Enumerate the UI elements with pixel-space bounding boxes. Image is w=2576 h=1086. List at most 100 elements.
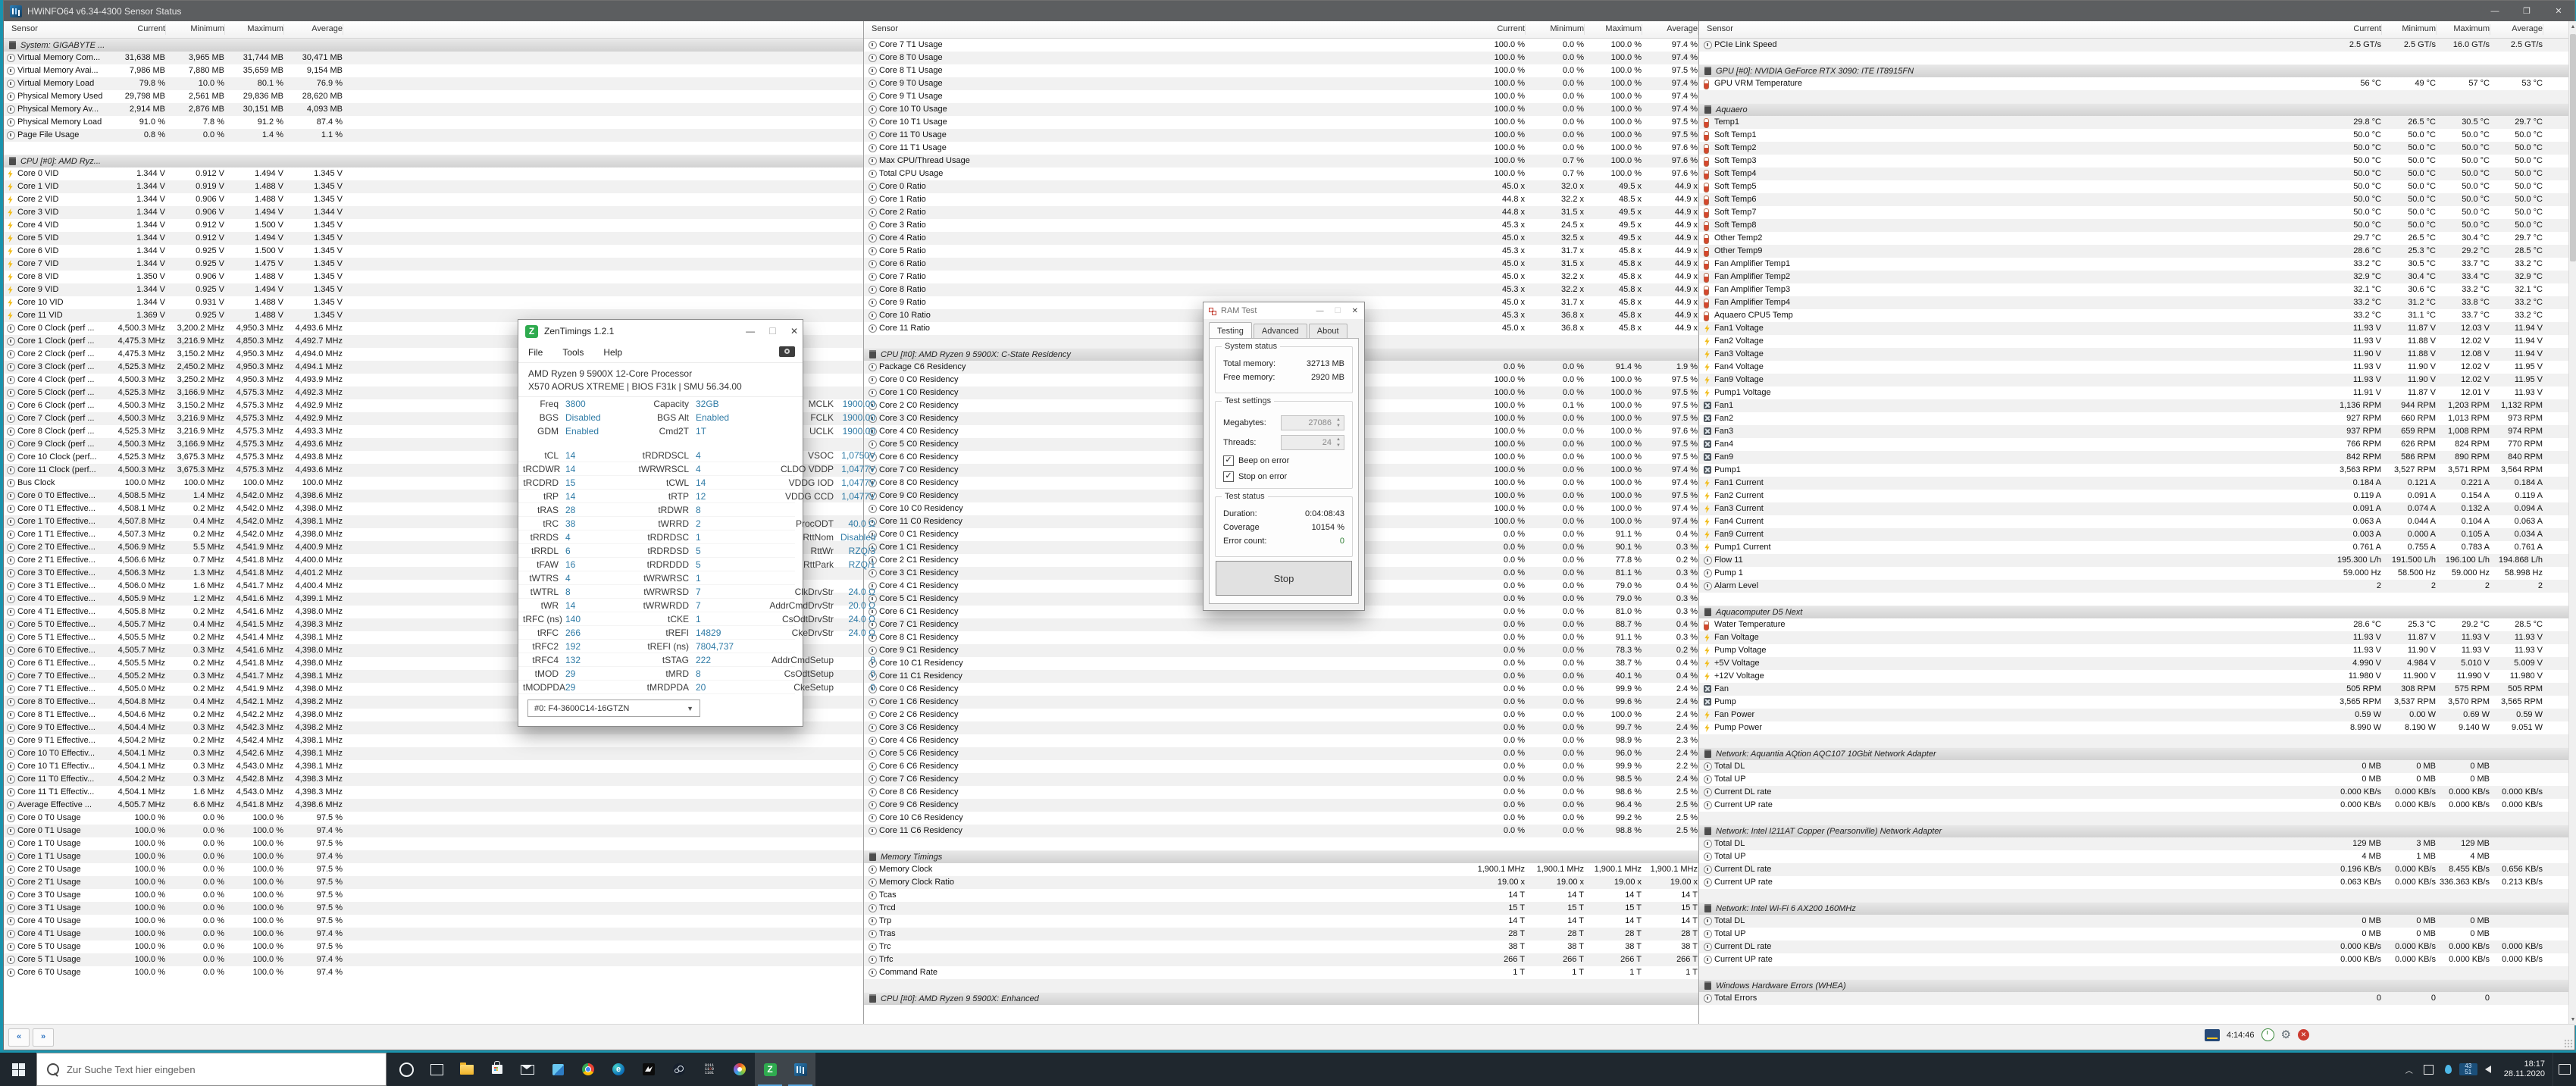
sensor-row[interactable]: Core 10 T1 Effectiv...4,504.1 MHz0.3 MHz…	[4, 760, 863, 773]
sensor-row[interactable]: Core 7 C6 Residency0.0 %0.0 %98.5 %2.4 %	[864, 773, 1698, 786]
sensor-row[interactable]: Current UP rate0.063 KB/s0.000 KB/s336.3…	[1699, 876, 2568, 889]
sensor-row[interactable]: Soft Temp850.0 °C50.0 °C50.0 °C50.0 °C	[1699, 219, 2568, 232]
col-minimum[interactable]: Minimum	[1525, 24, 1585, 35]
col-sensor[interactable]: Sensor	[1707, 24, 1733, 33]
scrollbar-thumb[interactable]	[2570, 34, 2576, 261]
sensor-row[interactable]: +5V Voltage4.990 V4.984 V5.010 V5.009 V	[1699, 657, 2568, 670]
sensor-row[interactable]: Core 4 Ratio45.0 x32.5 x49.5 x44.9 x	[864, 232, 1698, 245]
sensor-row[interactable]: Pump3,565 RPM3,537 RPM3,570 RPM3,565 RPM	[1699, 696, 2568, 709]
spacer-row[interactable]	[864, 837, 1698, 850]
hwinfo-titlebar[interactable]: HWiNFO64 v6.34-4300 Sensor Status — ❐ ✕	[4, 1, 2574, 21]
minimize-button[interactable]: —	[1316, 307, 1324, 315]
cortana-button[interactable]	[391, 1053, 421, 1086]
taskbar-search-input[interactable]: Zur Suche Text hier eingeben	[36, 1053, 387, 1086]
col-maximum[interactable]: Maximum	[2430, 24, 2490, 35]
col-average[interactable]: Average	[283, 24, 343, 35]
spacer-row[interactable]	[1699, 90, 2568, 103]
zentimings-taskbar-button[interactable]: Z	[755, 1053, 785, 1086]
sensor-row[interactable]: Core 11 T1 Effectiv...4,504.1 MHz1.6 MHz…	[4, 786, 863, 799]
sensor-row[interactable]: Core 10 VID1.344 V0.931 V1.488 V1.345 V	[4, 296, 863, 309]
sensor-row[interactable]: Core 0 VID1.344 V0.912 V1.494 V1.345 V	[4, 167, 863, 180]
sensor-row[interactable]: Core 10 T0 Usage100.0 %0.0 %100.0 %97.4 …	[864, 103, 1698, 116]
file-explorer-button[interactable]	[452, 1053, 482, 1086]
sensor-row[interactable]: Core 4 VID1.344 V0.912 V1.500 V1.345 V	[4, 219, 863, 232]
section-header-row[interactable]: System: GIGABYTE ...	[4, 39, 863, 52]
beep-on-error-checkbox[interactable]: ✓ Beep on error	[1223, 455, 1344, 466]
vertical-scrollbar[interactable]: ▲ ▼	[2568, 21, 2576, 1025]
maximize-button[interactable]: ❐	[2511, 1, 2543, 21]
sensor-row[interactable]: Fan Amplifier Temp232.9 °C30.4 °C33.4 °C…	[1699, 271, 2568, 283]
tray-expand-caret[interactable]: ︿	[2399, 1064, 2419, 1075]
sensor-row[interactable]: Core 3 T1 Usage100.0 %0.0 %100.0 %97.5 %	[4, 902, 863, 915]
sensor-row[interactable]: Core 9 T1 Usage100.0 %0.0 %100.0 %97.4 %	[864, 90, 1698, 103]
exit-icon[interactable]: ✕	[2298, 1029, 2309, 1041]
sensor-row[interactable]: Core 8 T0 Usage100.0 %0.0 %100.0 %97.4 %	[864, 52, 1698, 64]
sensor-row[interactable]: PCIe Link Speed2.5 GT/s2.5 GT/s16.0 GT/s…	[1699, 39, 2568, 52]
sensor-row[interactable]: Total Errors000	[1699, 992, 2568, 1005]
sensor-row[interactable]: Fan4766 RPM626 RPM824 RPM770 RPM	[1699, 438, 2568, 451]
sensor-row[interactable]: Core 11 C1 Residency0.0 %0.0 %40.1 %0.4 …	[864, 670, 1698, 683]
sensor-row[interactable]: Core 9 T1 Effective...4,504.2 MHz0.2 MHz…	[4, 734, 863, 747]
tab-testing[interactable]: Testing	[1209, 322, 1252, 339]
sensor-row[interactable]: Core 10 T0 Effectiv...4,504.1 MHz0.3 MHz…	[4, 747, 863, 760]
sensor-row[interactable]: Core 1 VID1.344 V0.919 V1.488 V1.345 V	[4, 180, 863, 193]
action-center-button[interactable]	[2553, 1053, 2576, 1086]
ramtest-titlebar[interactable]: RAM Test — ☐ ✕	[1203, 302, 1364, 319]
sensor-row[interactable]: Water Temperature28.6 °C25.3 °C29.2 °C28…	[1699, 618, 2568, 631]
paint-button[interactable]	[725, 1053, 755, 1086]
scroll-up-arrow[interactable]: ▲	[2569, 21, 2576, 33]
photos-button[interactable]	[543, 1053, 573, 1086]
sensor-row[interactable]: Physical Memory Used29,798 MB2,561 MB29,…	[4, 90, 863, 103]
app-button-dark[interactable]	[634, 1053, 664, 1086]
steam-button[interactable]	[664, 1053, 694, 1086]
sensor-row[interactable]: Core 1 T1 Usage100.0 %0.0 %100.0 %97.4 %	[4, 850, 863, 863]
store-button[interactable]	[482, 1053, 512, 1086]
sensor-row[interactable]: Trcd15 T15 T15 T15 T	[864, 902, 1698, 915]
sensor-row[interactable]: Other Temp928.6 °C25.3 °C29.2 °C28.5 °C	[1699, 245, 2568, 258]
edge-button[interactable]: e	[603, 1053, 634, 1086]
section-header-row[interactable]: Network: Aquantia AQtion AQC107 10Gbit N…	[1699, 747, 2568, 760]
sensor-row[interactable]: Core 6 T0 Usage100.0 %0.0 %100.0 %97.4 %	[4, 966, 863, 979]
sensor-row[interactable]: Virtual Memory Avai...7,986 MB7,880 MB35…	[4, 64, 863, 77]
maximize-button[interactable]: ☐	[768, 326, 777, 336]
sensor-row[interactable]: Fan3 Current0.091 A0.074 A0.132 A0.094 A	[1699, 502, 2568, 515]
menu-help[interactable]: Help	[603, 347, 622, 358]
sensor-row[interactable]: Tras28 T28 T28 T28 T	[864, 928, 1698, 940]
sensor-row[interactable]: Temp129.8 °C26.5 °C30.5 °C29.7 °C	[1699, 116, 2568, 129]
sensor-row[interactable]: Trc38 T38 T38 T38 T	[864, 940, 1698, 953]
sensor-row[interactable]: Core 2 C6 Residency0.0 %0.0 %100.0 %2.4 …	[864, 709, 1698, 721]
sensor-row[interactable]: Virtual Memory Load79.8 %10.0 %80.1 %76.…	[4, 77, 863, 90]
sensor-row[interactable]: Core 4 T1 Usage100.0 %0.0 %100.0 %97.4 %	[4, 928, 863, 940]
sensor-row[interactable]: Core 1 Ratio44.8 x32.2 x48.5 x44.9 x	[864, 193, 1698, 206]
minimize-button[interactable]: —	[746, 326, 755, 336]
dimm-profile-dropdown[interactable]: #0: F4-3600C14-16GTZN ▼	[527, 699, 700, 717]
sensor-row[interactable]: Fan1 Current0.184 A0.121 A0.221 A0.184 A	[1699, 477, 2568, 490]
sensor-row[interactable]: Core 7 T1 Usage100.0 %0.0 %100.0 %97.4 %	[864, 39, 1698, 52]
sensor-row[interactable]: Core 11 T1 Usage100.0 %0.0 %100.0 %97.6 …	[864, 142, 1698, 155]
tray-icon[interactable]	[2443, 1063, 2455, 1075]
section-header-row[interactable]: CPU [#0]: AMD Ryz...	[4, 155, 863, 167]
stop-on-error-checkbox[interactable]: ✓ Stop on error	[1223, 471, 1344, 482]
sensor-row[interactable]: Core 10 C6 Residency0.0 %0.0 %99.2 %2.5 …	[864, 812, 1698, 825]
stop-button[interactable]: Stop	[1216, 561, 1352, 596]
screenshot-camera-icon[interactable]	[779, 346, 795, 357]
sensor-row[interactable]: Soft Temp450.0 °C50.0 °C50.0 °C50.0 °C	[1699, 167, 2568, 180]
sensor-row[interactable]: Core 3 Ratio45.3 x24.5 x49.5 x44.9 x	[864, 219, 1698, 232]
sensor-row[interactable]: Fan Power0.59 W0.00 W0.69 W0.59 W	[1699, 709, 2568, 721]
sensor-row[interactable]: Average Effective ...4,505.7 MHz6.6 MHz4…	[4, 799, 863, 812]
sensor-row[interactable]: Core 0 T0 Usage100.0 %0.0 %100.0 %97.5 %	[4, 812, 863, 825]
sensor-row[interactable]: Pump Power8.990 W8.190 W9.140 W9.051 W	[1699, 721, 2568, 734]
sensor-row[interactable]: Total CPU Usage100.0 %0.7 %100.0 %97.6 %	[864, 167, 1698, 180]
sensor-row[interactable]: Core 3 T0 Usage100.0 %0.0 %100.0 %97.5 %	[4, 889, 863, 902]
col-sensor[interactable]: Sensor	[872, 24, 898, 33]
sensor-row[interactable]: Core 3 VID1.344 V0.906 V1.494 V1.344 V	[4, 206, 863, 219]
sensor-row[interactable]: Pump1 Voltage11.91 V11.87 V12.01 V11.93 …	[1699, 387, 2568, 399]
sensor-row[interactable]: Current DL rate0.000 KB/s0.000 KB/s0.000…	[1699, 786, 2568, 799]
menu-tools[interactable]: Tools	[562, 347, 584, 358]
sensor-row[interactable]: Total UP0 MB0 MB0 MB	[1699, 773, 2568, 786]
sensor-row[interactable]: Core 5 Ratio45.3 x31.7 x45.8 x44.9 x	[864, 245, 1698, 258]
sensor-row[interactable]: Soft Temp150.0 °C50.0 °C50.0 °C50.0 °C	[1699, 129, 2568, 142]
sensor-row[interactable]: Pump Voltage11.93 V11.90 V11.93 V11.93 V	[1699, 644, 2568, 657]
sensor-row[interactable]: Fan9842 RPM586 RPM890 RPM840 RPM	[1699, 451, 2568, 464]
sensor-row[interactable]: Core 2 VID1.344 V0.906 V1.488 V1.345 V	[4, 193, 863, 206]
